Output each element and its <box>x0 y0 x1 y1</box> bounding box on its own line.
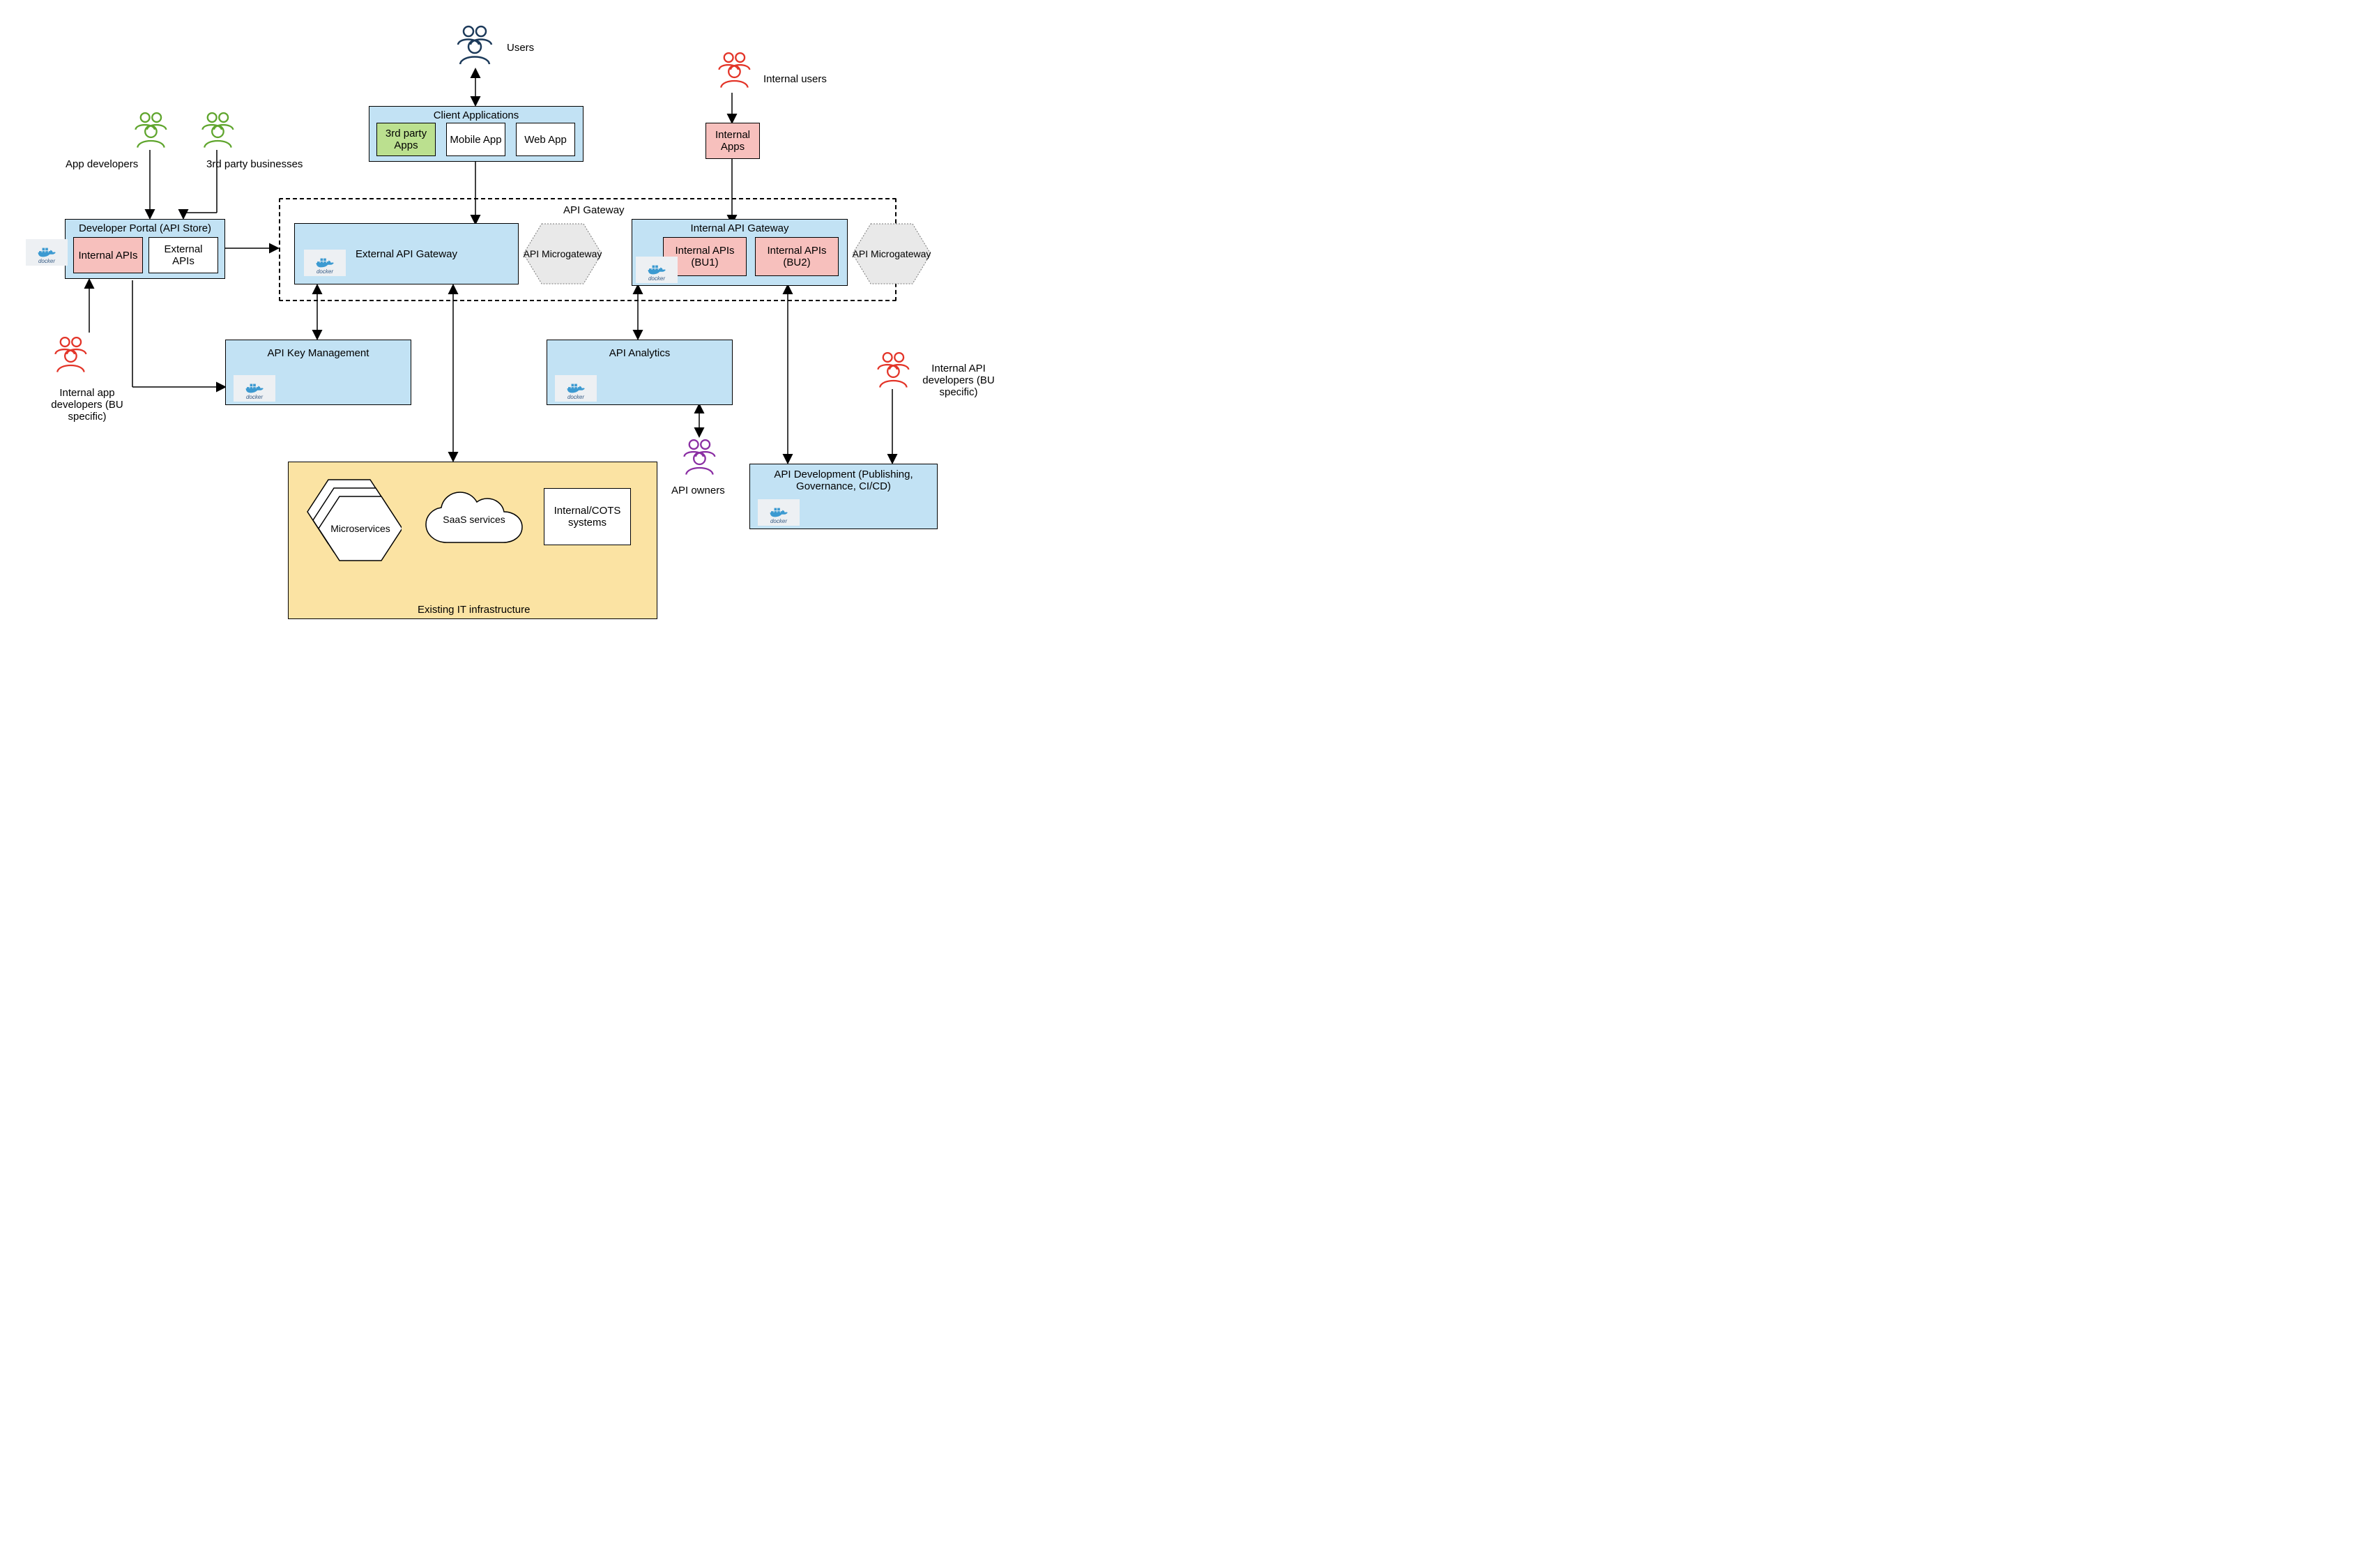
api-owners-label: API owners <box>671 485 725 496</box>
internal-apis-bu1-label: Internal APIs (BU1) <box>666 245 743 268</box>
internal-apps-label: Internal Apps <box>709 129 756 153</box>
dev-portal-internal-apis-label: Internal APIs <box>78 250 137 261</box>
docker-text: docker <box>770 518 787 524</box>
internal-cots-systems-label: Internal/COTS systems <box>547 505 627 529</box>
docker-text: docker <box>316 268 333 275</box>
existing-it-infra-title: Existing IT infrastructure <box>418 604 530 616</box>
docker-text: docker <box>38 258 55 264</box>
api-analytics-label: API Analytics <box>609 347 671 359</box>
api-microgateway-external-label: API Microgateway <box>524 248 602 259</box>
internal-app-developers-text: Internal app developers (BU specific) <box>51 387 123 423</box>
api-development-label: API Development (Publishing, Governance,… <box>753 469 934 492</box>
internal-users-label: Internal users <box>763 73 827 85</box>
client-applications-title: Client Applications <box>372 109 580 121</box>
internal-app-developers-icon <box>51 333 89 377</box>
third-party-apps-box: 3rd party Apps <box>376 123 436 156</box>
api-key-management-label: API Key Management <box>268 347 369 359</box>
diagram-canvas: Users Internal users App developers 3rd … <box>0 0 1101 718</box>
api-microgateway-internal: API Microgateway <box>850 222 933 286</box>
internal-api-developers-text: Internal API developers (BU specific) <box>922 363 994 398</box>
docker-icon: docker <box>555 375 597 402</box>
internal-api-developers-label: Internal API developers (BU specific) <box>910 363 1007 398</box>
microservices-label: Microservices <box>330 523 390 534</box>
third-party-businesses-label: 3rd party businesses <box>206 158 303 170</box>
api-microgateway-internal-label: API Microgateway <box>853 248 931 259</box>
api-owners-icon <box>680 436 718 480</box>
saas-services-label: SaaS services <box>443 514 505 525</box>
external-api-gateway-label: External API Gateway <box>356 248 457 260</box>
internal-users-icon <box>715 49 753 93</box>
api-gateway-group-label: API Gateway <box>563 204 625 216</box>
internal-api-gateway-title: Internal API Gateway <box>635 222 844 234</box>
saas-services-cloud: SaaS services <box>422 488 526 558</box>
internal-cots-systems-box: Internal/COTS systems <box>544 488 631 545</box>
docker-icon: docker <box>758 499 800 526</box>
app-developers-icon <box>131 109 169 153</box>
dev-portal-external-apis-label: External APIs <box>152 243 215 267</box>
developer-portal-title: Developer Portal (API Store) <box>68 222 222 234</box>
users-icon <box>453 22 495 69</box>
third-party-businesses-icon <box>198 109 236 153</box>
docker-text: docker <box>648 275 665 282</box>
docker-text: docker <box>246 394 263 400</box>
docker-icon: docker <box>636 257 678 283</box>
dev-portal-internal-apis: Internal APIs <box>73 237 143 273</box>
internal-apps-box: Internal Apps <box>705 123 760 159</box>
mobile-app-box: Mobile App <box>446 123 505 156</box>
web-app-label: Web App <box>524 134 567 146</box>
third-party-apps-label: 3rd party Apps <box>380 128 432 151</box>
docker-icon: docker <box>234 375 275 402</box>
internal-apis-bu2-box: Internal APIs (BU2) <box>755 237 839 276</box>
docker-icon: docker <box>26 239 68 266</box>
mobile-app-label: Mobile App <box>450 134 501 146</box>
docker-icon: docker <box>304 250 346 276</box>
internal-app-developers-label: Internal app developers (BU specific) <box>38 387 136 423</box>
users-label: Users <box>507 42 534 54</box>
internal-api-developers-icon <box>874 349 912 393</box>
docker-text: docker <box>567 394 584 400</box>
api-microgateway-external: API Microgateway <box>521 222 604 286</box>
microservices-hexagon: Microservices <box>304 477 402 576</box>
web-app-box: Web App <box>516 123 575 156</box>
app-developers-label: App developers <box>66 158 138 170</box>
internal-apis-bu2-label: Internal APIs (BU2) <box>758 245 835 268</box>
dev-portal-external-apis: External APIs <box>148 237 218 273</box>
